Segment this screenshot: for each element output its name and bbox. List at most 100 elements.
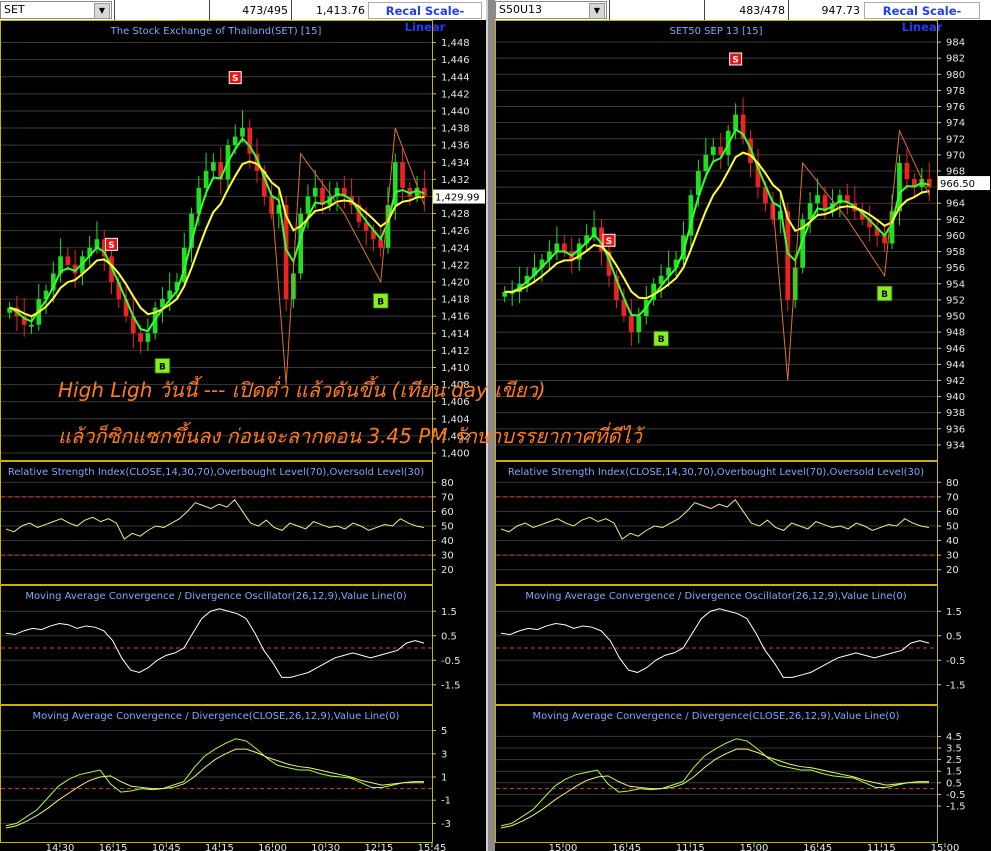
- right-osc-line: [500, 608, 930, 678]
- left-candle-body: [65, 256, 71, 265]
- right-tick-label: 2.5: [946, 755, 962, 766]
- left-tick-label: 1,416: [441, 312, 470, 323]
- left-tick-label: 70: [441, 492, 454, 503]
- left-time-label: 14:15: [205, 843, 234, 851]
- right-tick-label: 70: [946, 492, 959, 503]
- left-moving-average-1: [9, 137, 425, 333]
- left-tick-label: 1,444: [441, 72, 470, 83]
- left-time-label: 16:00: [258, 843, 287, 851]
- right-macd-line-1: [500, 738, 929, 827]
- right-tick-label: 956: [946, 263, 965, 274]
- right-panel-title: Relative Strength Index(CLOSE,14,30,70),…: [508, 467, 924, 478]
- right-tick-label: 950: [946, 312, 965, 323]
- signal-label: B: [658, 335, 665, 345]
- left-tick-label: 1,424: [441, 243, 470, 254]
- left-tick-label: 5: [441, 726, 447, 737]
- right-tick-label: 0.5: [946, 778, 962, 789]
- left-tick-label: 1,410: [441, 363, 470, 374]
- right-candle-body: [703, 154, 709, 171]
- left-time-label: 12:15: [364, 843, 393, 851]
- left-candle-body: [400, 162, 405, 188]
- right-tick-label: 952: [946, 295, 965, 306]
- right-time-label: 11:15: [676, 843, 705, 851]
- left-rsi-line: [5, 499, 425, 540]
- right-tick-label: 948: [946, 328, 965, 339]
- right-tick-label: 940: [946, 392, 965, 403]
- right-tick-label: 934: [946, 440, 965, 451]
- left-tick-label: 1,436: [441, 141, 470, 152]
- right-panel-title: SET50 SEP 13 [15]: [670, 26, 763, 37]
- left-panel-title: Moving Average Convergence / Divergence(…: [33, 711, 400, 722]
- right-tick-label: 968: [946, 166, 965, 177]
- left-tick-label: 1,434: [441, 158, 470, 169]
- right-candle-body: [561, 243, 567, 252]
- signal-label: S: [732, 55, 738, 65]
- right-time-label: 15:00: [931, 843, 960, 851]
- right-tick-label: 984: [946, 38, 965, 49]
- right-tick-label: -0.5: [946, 790, 966, 801]
- right-tick-label: 972: [946, 134, 965, 145]
- signal-label: B: [159, 362, 166, 372]
- left-time-label: 14:30: [46, 843, 75, 851]
- right-panel-title: Moving Average Convergence / Divergence(…: [533, 711, 900, 722]
- left-tick-label: 20: [441, 565, 454, 576]
- left-moving-average-2: [9, 160, 425, 318]
- right-candle-body: [926, 179, 932, 188]
- left-tick-label: 1,446: [441, 55, 470, 66]
- left-tick-label: 1,442: [441, 89, 470, 100]
- right-tick-label: 960: [946, 231, 965, 242]
- left-tick-label: 1,420: [441, 277, 470, 288]
- left-panel-frame-osc: [0, 585, 433, 705]
- left-candle-body: [240, 128, 245, 137]
- right-tick-label: 974: [946, 118, 965, 129]
- left-tick-label: 1,418: [441, 295, 470, 306]
- right-tick-label: 40: [946, 536, 959, 547]
- right-tick-label: 982: [946, 54, 965, 65]
- left-candle-body: [378, 239, 384, 248]
- right-tick-label: 4.5: [946, 732, 962, 743]
- left-tick-label: 1,422: [441, 260, 470, 271]
- right-tick-label: 978: [946, 86, 965, 97]
- left-candle-body: [203, 170, 209, 188]
- right-tick-label: 944: [946, 360, 965, 371]
- left-panel-frame-rsi: [0, 461, 433, 585]
- signal-label: B: [881, 290, 888, 300]
- signal-label: S: [108, 241, 114, 251]
- left-tick-label: -1.5: [441, 680, 461, 691]
- left-time-label: 16:15: [99, 843, 128, 851]
- right-tick-label: 976: [946, 102, 965, 113]
- left-tick-label: 1,412: [441, 346, 470, 357]
- left-osc-line: [5, 608, 425, 678]
- left-tick-label: 1,438: [441, 124, 470, 135]
- right-tick-label: -0.5: [946, 656, 966, 667]
- left-candle-body: [211, 162, 216, 171]
- right-moving-average-2: [504, 151, 930, 300]
- left-panel-frame-macd: [0, 705, 433, 843]
- right-tick-label: 1.5: [946, 607, 962, 618]
- left-tick-label: 80: [441, 478, 454, 489]
- left-macd-line-1: [5, 738, 424, 827]
- signal-label: B: [377, 297, 384, 307]
- left-candle-body: [232, 136, 238, 146]
- right-candle-body: [554, 243, 560, 252]
- left-last-price-tag: 1,429.99: [435, 193, 480, 204]
- left-tick-label: 1,414: [441, 329, 470, 340]
- left-candle-body: [138, 333, 143, 342]
- left-panel-title: Moving Average Convergence / Divergence …: [25, 591, 406, 602]
- overlay-note-line1: High Ligh วันนี้ --- เปิดต่ำ แล้วดันขึ้น…: [58, 378, 546, 402]
- right-candle-body: [904, 162, 910, 180]
- left-tick-label: 1.5: [441, 607, 457, 618]
- left-candle-body: [305, 196, 311, 214]
- left-candle-body: [312, 187, 318, 197]
- left-tick-label: 1,448: [441, 38, 470, 49]
- right-moving-average-1: [504, 128, 930, 317]
- right-tick-label: 1.5: [946, 767, 962, 778]
- right-tick-label: 958: [946, 247, 965, 258]
- right-panel-frame-macd: [495, 705, 938, 843]
- right-tick-label: 20: [946, 565, 959, 576]
- right-time-label: 15:00: [740, 843, 769, 851]
- signal-label: S: [606, 237, 612, 247]
- right-panel-frame-rsi: [495, 461, 938, 585]
- left-tick-label: 1,426: [441, 226, 470, 237]
- right-time-label: 16:45: [612, 843, 641, 851]
